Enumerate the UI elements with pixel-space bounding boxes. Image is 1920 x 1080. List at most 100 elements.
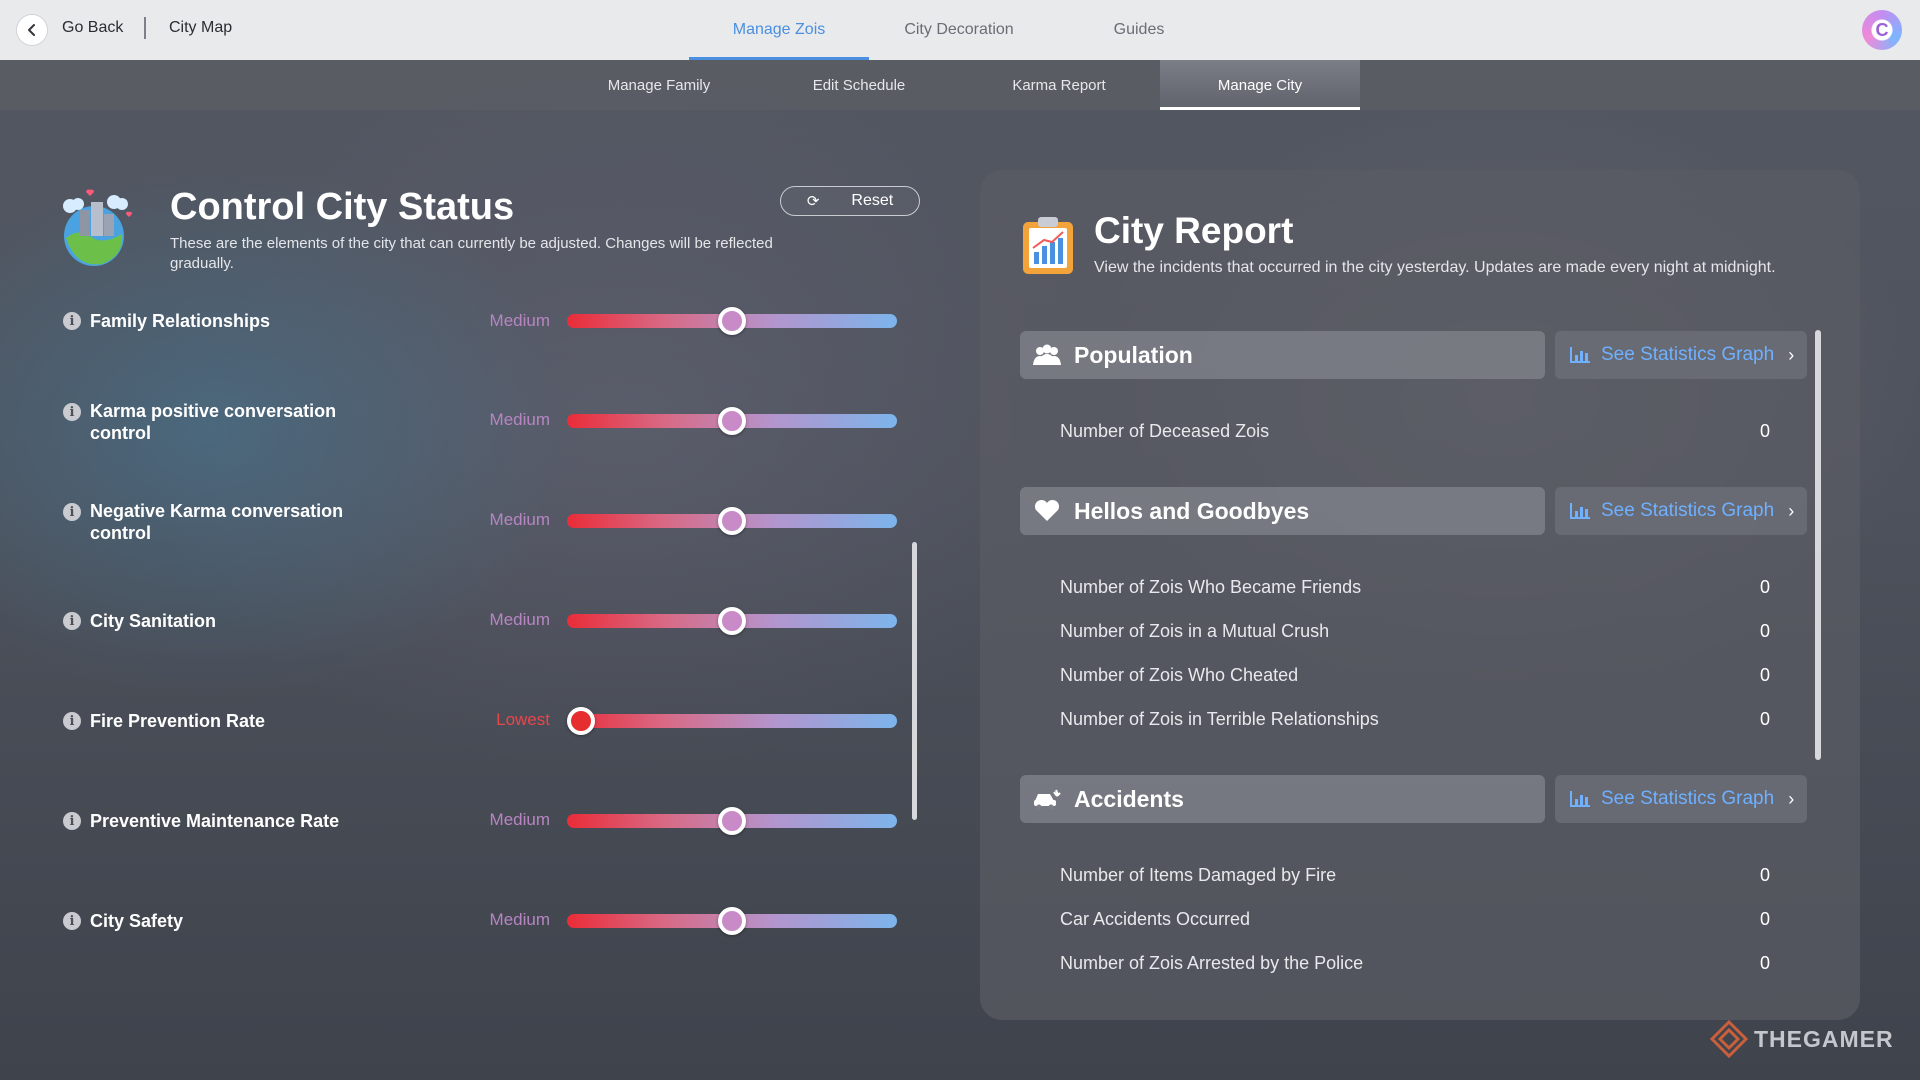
stat-value: 0: [1759, 865, 1770, 885]
reset-label: Reset: [851, 192, 894, 209]
stat-value: 0: [1759, 953, 1770, 973]
slider-track[interactable]: [567, 407, 897, 435]
refresh-icon: ⟳: [806, 193, 820, 210]
subtab-manage-city[interactable]: Manage City: [1160, 60, 1360, 110]
subtab-edit-schedule[interactable]: Edit Schedule: [759, 60, 959, 110]
avatar-letter: C: [1875, 19, 1889, 40]
city-globe-icon: [63, 189, 133, 266]
slider-track[interactable]: [567, 707, 897, 735]
avatar[interactable]: C: [1862, 10, 1902, 50]
watermark: THEGAMER: [1710, 1020, 1894, 1058]
stat-label: Number of Deceased Zois: [1060, 421, 1270, 441]
slider-track[interactable]: [567, 607, 897, 635]
clipboard-chart-icon: [1023, 217, 1073, 274]
control-title: Control City Status: [170, 186, 515, 228]
subtab-karma-report[interactable]: Karma Report: [959, 60, 1159, 110]
tab-manage-zois[interactable]: Manage Zois: [689, 0, 869, 60]
car-crash-icon: [1034, 789, 1061, 810]
chevron-right-icon: ›: [1788, 788, 1795, 809]
stat-value: 0: [1759, 621, 1770, 641]
slider-knob[interactable]: [718, 907, 746, 935]
report-description: View the incidents that occurred in the …: [1094, 259, 1776, 276]
top-bar: Go Back City Map Manage Zois City Decora…: [0, 0, 1920, 60]
report-title: City Report: [1094, 210, 1294, 251]
info-icon[interactable]: i: [63, 403, 81, 421]
stat-label: Car Accidents Occurred: [1060, 909, 1251, 929]
slider-track[interactable]: [567, 807, 897, 835]
slider-row-preventive-maintenance: i Preventive Maintenance Rate Medium: [60, 800, 910, 860]
info-icon[interactable]: i: [63, 812, 81, 830]
slider-row-city-safety: i City Safety Medium: [60, 900, 910, 960]
slider-row-karma-positive: i Karma positive conversation control Me…: [60, 400, 910, 460]
slider-track[interactable]: [567, 307, 897, 335]
slider-label: Fire Prevention Rate: [90, 711, 266, 731]
report-scrollbar[interactable]: [1815, 330, 1821, 760]
slider-knob[interactable]: [718, 407, 746, 435]
see-statistics-graph-label: See Statistics Graph: [1601, 500, 1775, 521]
slider-label: City Safety: [90, 911, 184, 931]
section-title: Accidents: [1074, 786, 1184, 812]
see-statistics-graph-button[interactable]: See Statistics Graph ›: [1555, 331, 1807, 379]
slider-knob[interactable]: [718, 307, 746, 335]
section-title: Hellos and Goodbyes: [1074, 498, 1310, 524]
info-icon[interactable]: i: [63, 912, 81, 930]
stat-row: Number of Zois Arrested by the Police 0: [1060, 953, 1770, 981]
stat-label: Number of Zois Who Cheated: [1060, 665, 1299, 685]
slider-level: Medium: [489, 311, 550, 330]
slider-level: Medium: [489, 510, 550, 529]
slider-level: Medium: [489, 610, 550, 629]
reset-button[interactable]: ⟳ Reset: [780, 186, 920, 216]
heart-icon: [1034, 499, 1060, 521]
back-label[interactable]: Go Back: [62, 19, 123, 37]
stat-label: Number of Zois Arrested by the Police: [1060, 953, 1364, 973]
slider-knob[interactable]: [718, 807, 746, 835]
slider-knob[interactable]: [718, 607, 746, 635]
info-icon[interactable]: i: [63, 712, 81, 730]
chevron-right-icon: ›: [1788, 344, 1795, 365]
subtab-manage-family[interactable]: Manage Family: [559, 60, 759, 110]
slider-label: Negative Karma conversation control: [90, 501, 344, 543]
control-scrollbar[interactable]: [912, 542, 917, 820]
tab-city-decoration[interactable]: City Decoration: [869, 0, 1049, 60]
see-statistics-graph-label: See Statistics Graph: [1601, 344, 1775, 365]
section-accidents-header: Accidents: [1020, 775, 1545, 823]
slider-track[interactable]: [567, 507, 897, 535]
watermark-logo-icon: [1710, 1020, 1748, 1058]
slider-row-family-relationships: i Family Relationships Medium: [60, 300, 910, 360]
section-title: Population: [1074, 342, 1193, 368]
back-button[interactable]: [16, 14, 48, 46]
stat-value: 0: [1759, 421, 1770, 441]
chevron-left-icon: [28, 24, 35, 36]
stat-row: Number of Zois in a Mutual Crush 0: [1060, 621, 1770, 649]
slider-knob[interactable]: [718, 507, 746, 535]
breadcrumb-city-map[interactable]: City Map: [169, 19, 232, 37]
see-statistics-graph-button[interactable]: See Statistics Graph ›: [1555, 775, 1807, 823]
info-icon[interactable]: i: [63, 312, 81, 330]
info-icon[interactable]: i: [63, 503, 81, 521]
stat-row: Car Accidents Occurred 0: [1060, 909, 1770, 937]
stat-value: 0: [1759, 709, 1770, 729]
slider-level: Medium: [489, 810, 550, 829]
section-hellos-goodbyes-header: Hellos and Goodbyes: [1020, 487, 1545, 535]
stat-label: Number of Zois Who Became Friends: [1060, 577, 1362, 597]
stat-row: Number of Zois in Terrible Relationships…: [1060, 709, 1770, 737]
info-icon[interactable]: i: [63, 612, 81, 630]
bar-chart-icon: [1570, 503, 1590, 519]
slider-level: Medium: [489, 410, 550, 429]
sub-tab-bar: Manage Family Edit Schedule Karma Report…: [0, 60, 1920, 110]
stat-value: 0: [1759, 909, 1770, 929]
slider-label: City Sanitation: [90, 611, 217, 631]
slider-row-karma-negative: i Negative Karma conversation control Me…: [60, 500, 910, 560]
see-statistics-graph-button[interactable]: See Statistics Graph ›: [1555, 487, 1807, 535]
bar-chart-icon: [1570, 347, 1590, 363]
slider-level: Lowest: [496, 710, 550, 729]
tab-guides[interactable]: Guides: [1049, 0, 1229, 60]
stat-row: Number of Deceased Zois 0: [1060, 421, 1770, 449]
slider-label: Preventive Maintenance Rate: [90, 811, 340, 831]
slider-row-fire-prevention: i Fire Prevention Rate Lowest: [60, 700, 910, 760]
stat-label: Number of Zois in a Mutual Crush: [1060, 621, 1330, 641]
slider-level: Medium: [489, 910, 550, 929]
slider-knob[interactable]: [567, 707, 595, 735]
slider-track[interactable]: [567, 907, 897, 935]
stat-value: 0: [1759, 665, 1770, 685]
